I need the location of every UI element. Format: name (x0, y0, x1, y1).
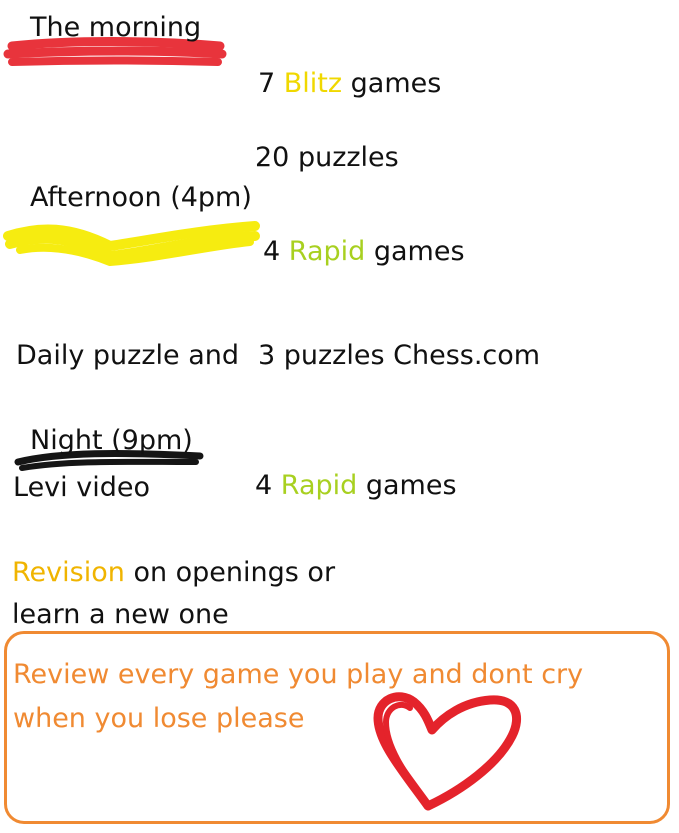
morning-blitz-line: 7 Blitz games (258, 68, 441, 100)
reminder-note: Review every game you play and dont cry … (13, 659, 584, 734)
morning-puzzles: 20 puzzles (255, 142, 399, 173)
rapid-word: Rapid (288, 236, 366, 267)
afternoon-highlight (3, 221, 260, 267)
rapid-count: 4 (255, 470, 273, 501)
revision-rest: on openings or (133, 557, 336, 588)
revision-line: Revision on openings or (12, 557, 335, 589)
revision-word: Revision (12, 557, 125, 588)
blitz-word: Blitz (283, 68, 343, 99)
rapid-count: 4 (263, 236, 281, 267)
afternoon-rapid-line: 4 Rapid games (263, 236, 465, 268)
games-word: games (373, 236, 465, 267)
rapid-word: Rapid (280, 470, 358, 501)
morning-heading: The morning (30, 12, 202, 43)
afternoon-heading: Afternoon (4pm) (30, 182, 252, 213)
morning-highlight (3, 37, 227, 66)
night-heading: Night (9pm) (30, 425, 193, 456)
games-word: games (365, 470, 457, 501)
levi-video-text: Levi video (13, 472, 150, 503)
night-rapid-line: 4 Rapid games (255, 470, 457, 502)
revision-line-2: learn a new one (12, 599, 229, 630)
daily-puzzle-text: Daily puzzle and (16, 340, 239, 371)
blitz-count: 7 (258, 68, 276, 99)
chesscom-puzzles-text: 3 puzzles Chess.com (258, 340, 541, 371)
games-word: games (350, 68, 442, 99)
